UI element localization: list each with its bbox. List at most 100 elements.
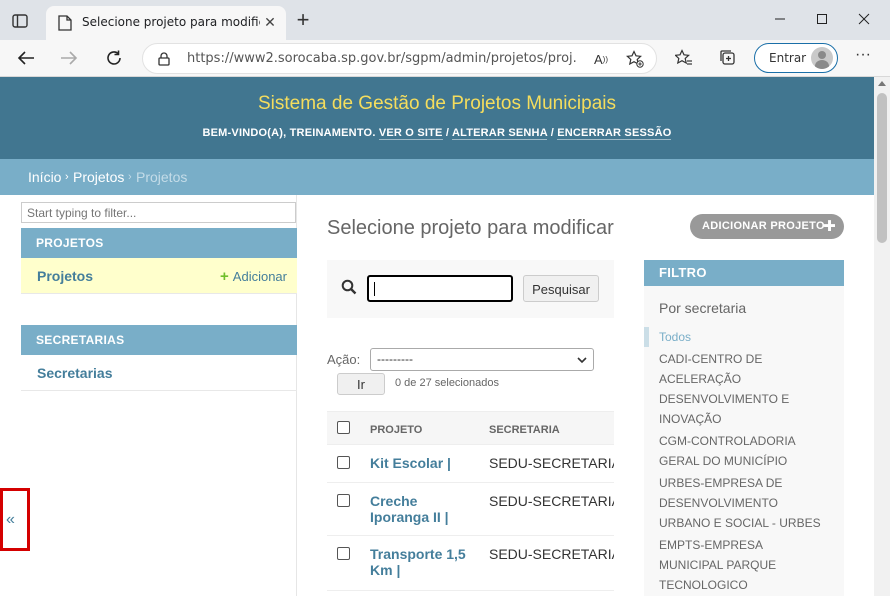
reload-icon[interactable] <box>101 46 127 70</box>
sidebar-item-label[interactable]: Secretarias <box>37 365 113 381</box>
tab-actions-icon[interactable] <box>8 10 32 32</box>
sidebar-item-label[interactable]: Projetos <box>37 268 93 284</box>
page-scrollbar[interactable] <box>874 77 890 596</box>
filter-option-line[interactable]: EMPTS-EMPRESA <box>659 535 829 555</box>
nav-sidebar: PROJETOS Projetos +Adicionar SECRETARIAS… <box>20 195 297 596</box>
user-tools-separator: / <box>442 127 452 139</box>
add-projeto-link[interactable]: + Adicionar <box>220 268 287 285</box>
nav-filter-input[interactable] <box>21 202 296 223</box>
username: TREINAMENTO <box>289 127 373 139</box>
scrollbar-thumb[interactable] <box>877 93 887 243</box>
filter-option-line[interactable]: GERAL DO MUNICÍPIO <box>659 451 829 471</box>
module-caption-projetos[interactable]: PROJETOS <box>21 228 297 258</box>
add-favorite-icon[interactable] <box>624 49 646 69</box>
projeto-link[interactable]: Creche Iporanga II | <box>370 493 480 525</box>
action-select[interactable]: --------- <box>370 348 594 371</box>
breadcrumb-app[interactable]: Projetos <box>73 169 124 185</box>
filter-option-line[interactable]: MUNICIPAL PARQUE <box>659 555 829 575</box>
view-site-link[interactable]: VER O SITE <box>378 127 443 140</box>
page-title: Selecione projeto para modificar <box>327 217 614 239</box>
maximize-icon[interactable] <box>810 8 834 30</box>
double-chevron-left-icon: « <box>6 511 15 528</box>
filter-option-line[interactable]: DESENVOLVIMENTO <box>659 493 829 513</box>
browser-tab-active[interactable]: Selecione projeto para modificar ✕ <box>46 6 286 40</box>
minimize-icon[interactable] <box>768 8 792 30</box>
filter-option-line[interactable]: URBES-EMPRESA DE <box>659 473 829 493</box>
filter-subtitle: Por secretaria <box>659 300 747 316</box>
filter-selected-marker <box>644 327 649 347</box>
secretaria-cell: SEDU-SECRETARIA DA EDUCAÇÃO <box>489 546 614 562</box>
column-header-projeto[interactable]: PROJETO <box>370 424 422 436</box>
projeto-link[interactable]: Transporte 1,5 Km | <box>370 546 480 578</box>
table-row: Transporte 1,5 Km | SEDU-SECRETARIA DA E… <box>327 536 614 591</box>
breadcrumb-home[interactable]: Início <box>28 169 61 185</box>
tab-close-icon[interactable]: ✕ <box>262 14 278 30</box>
change-password-link[interactable]: ALTERAR SENHA <box>451 127 548 140</box>
logout-link[interactable]: ENCERRAR SESSÃO <box>557 127 672 140</box>
filter-option-todos[interactable]: Todos <box>659 327 829 347</box>
browser-toolbar: https://www2.sorocaba.sp.gov.br/sgpm/adm… <box>0 40 890 77</box>
filter-option-line[interactable]: URBANO E SOCIAL - URBES <box>659 513 829 533</box>
module-caption-secretarias[interactable]: SECRETARIAS <box>21 325 297 355</box>
search-input[interactable] <box>367 275 513 302</box>
filter-option-line[interactable]: CADI-CENTRO DE <box>659 349 829 369</box>
filter-option-line[interactable]: INOVAÇÃO <box>659 409 829 429</box>
add-link-label: Adicionar <box>232 269 287 284</box>
filter-panel: FILTRO Por secretaria Todos CADI-CENTRO … <box>644 260 844 596</box>
scroll-up-icon[interactable] <box>878 81 886 86</box>
sidebar-item-secretarias: Secretarias <box>21 355 297 391</box>
table-header: PROJETO SECRETARIA <box>327 411 614 445</box>
projeto-link[interactable]: Kit Escolar | <box>370 455 480 471</box>
tab-title: Selecione projeto para modificar <box>82 15 260 29</box>
row-checkbox[interactable] <box>337 494 350 507</box>
selection-counter: 0 de 27 selecionados <box>395 377 499 389</box>
add-project-label: ADICIONAR PROJETO <box>702 220 825 232</box>
add-plus-icon: + <box>220 268 229 285</box>
site-title[interactable]: Sistema de Gestão de Projetos Municipais <box>0 93 874 115</box>
address-bar[interactable]: https://www2.sorocaba.sp.gov.br/sgpm/adm… <box>142 43 657 74</box>
sidebar-item-projetos: Projetos + Adicionar <box>21 258 297 294</box>
collections-icon[interactable] <box>717 47 739 69</box>
browser-tab-bar: Selecione projeto para modificar ✕ + <box>0 0 890 40</box>
search-button[interactable]: Pesquisar <box>523 275 599 302</box>
close-window-icon[interactable] <box>852 8 876 30</box>
filter-option-line[interactable]: DESENVOLVIMENTO E <box>659 389 829 409</box>
filter-option-line[interactable]: TECNOLOGICO <box>659 575 829 595</box>
select-all-checkbox[interactable] <box>337 421 350 434</box>
search-toolbar: Pesquisar <box>327 260 614 318</box>
breadcrumb-current: Projetos <box>136 169 188 185</box>
text-caret <box>374 282 375 296</box>
column-header-secretaria[interactable]: SECRETARIA <box>489 424 560 436</box>
toggle-nav-sidebar-button[interactable]: « <box>0 488 30 551</box>
page-favicon-icon <box>58 15 72 31</box>
forward-arrow-icon[interactable] <box>56 46 82 70</box>
row-checkbox[interactable] <box>337 456 350 469</box>
filter-option-line[interactable]: ACELERAÇÃO <box>659 369 829 389</box>
lock-icon[interactable] <box>157 52 171 66</box>
filter-caption: FILTRO <box>644 260 844 286</box>
read-aloud-icon[interactable]: A)) <box>590 49 612 69</box>
action-label: Ação: <box>327 352 361 367</box>
row-checkbox[interactable] <box>337 547 350 560</box>
plus-icon: ✚ <box>823 218 836 235</box>
favorites-icon[interactable] <box>673 47 695 69</box>
back-arrow-icon[interactable] <box>13 46 39 70</box>
breadcrumb-separator: › <box>65 171 69 183</box>
new-tab-button[interactable]: + <box>292 9 314 32</box>
filter-option-line[interactable]: CGM-CONTROLADORIA <box>659 431 829 451</box>
go-button[interactable]: Ir <box>337 373 385 395</box>
more-options-icon[interactable]: ··· <box>852 47 874 68</box>
search-icon <box>341 279 359 297</box>
welcome-text: BEM-VINDO(A), <box>202 127 290 139</box>
secretaria-cell: SEDU-SECRETARIA DA EDUCAÇÃO <box>489 493 614 509</box>
table-row: Kit Escolar | SEDU-SECRETARIA DA EDUCAÇÃ… <box>327 445 614 483</box>
url-text[interactable]: https://www2.sorocaba.sp.gov.br/sgpm/adm… <box>187 51 577 66</box>
profile-avatar-icon <box>811 47 833 69</box>
add-project-button[interactable]: ADICIONAR PROJETO ✚ <box>690 214 844 239</box>
secretaria-cell: SEDU-SECRETARIA DA EDUCAÇÃO <box>489 455 614 471</box>
user-tools-separator: / <box>547 127 558 139</box>
welcome-period: . <box>372 127 379 139</box>
signin-button[interactable]: Entrar <box>754 43 838 73</box>
action-select-value: --------- <box>377 352 413 366</box>
results-table: PROJETO SECRETARIA Kit Escolar | SEDU-SE… <box>327 411 614 596</box>
